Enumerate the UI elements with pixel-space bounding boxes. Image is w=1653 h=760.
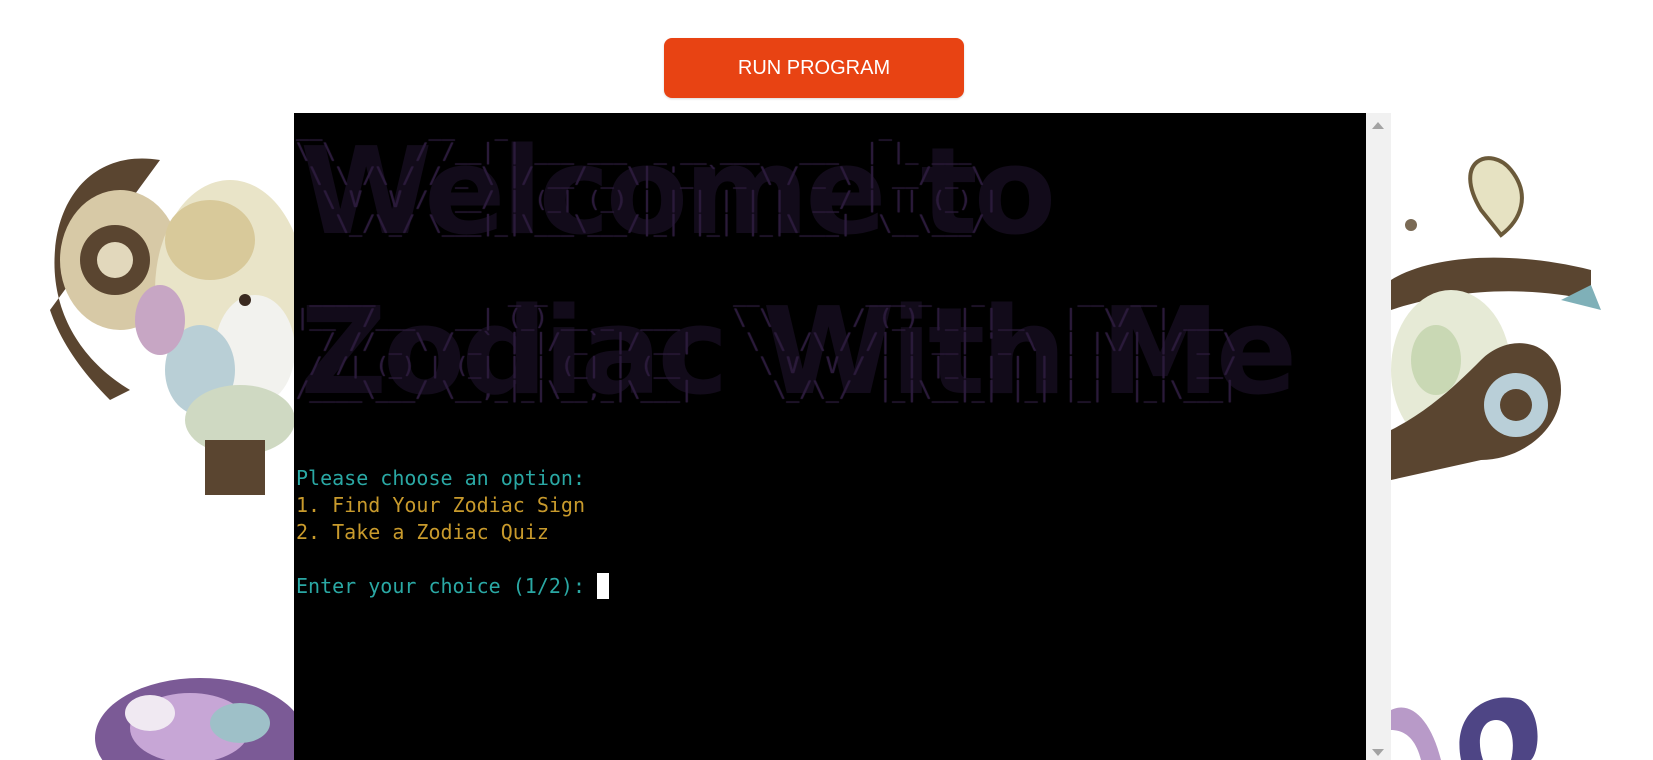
ascii-welcome-banner: __ __ _ _ \ \ / /__| | ___ ___ _ __ ___ … <box>296 116 998 237</box>
aries-ram-illustration <box>50 158 300 495</box>
choice-prompt: Enter your choice (1/2): <box>296 574 598 598</box>
terminal-window[interactable]: Welcome to Zodiac With Me __ __ _ _ \ \ … <box>294 113 1366 760</box>
leo-symbol-illustration <box>1391 697 1538 760</box>
terminal-cursor[interactable] <box>597 573 610 599</box>
leo-lion-illustration <box>95 678 300 760</box>
choice-input-line[interactable]: Enter your choice (1/2): <box>296 573 610 599</box>
menu-option-1: 1. Find Your Zodiac Sign <box>296 493 585 517</box>
menu-heading: Please choose an option: <box>296 466 585 490</box>
arrow-down-icon[interactable] <box>1372 749 1384 756</box>
cancer-crab-illustration <box>1391 156 1601 480</box>
ascii-title-banner: _____ _ _ __ ___ _ _ __ __ |__ /___ __| … <box>296 282 1237 403</box>
arrow-up-icon[interactable] <box>1372 122 1384 129</box>
terminal-scrollbar[interactable] <box>1366 113 1391 760</box>
run-program-button[interactable]: RUN PROGRAM <box>664 38 964 98</box>
menu-option-2: 2. Take a Zodiac Quiz <box>296 520 549 544</box>
